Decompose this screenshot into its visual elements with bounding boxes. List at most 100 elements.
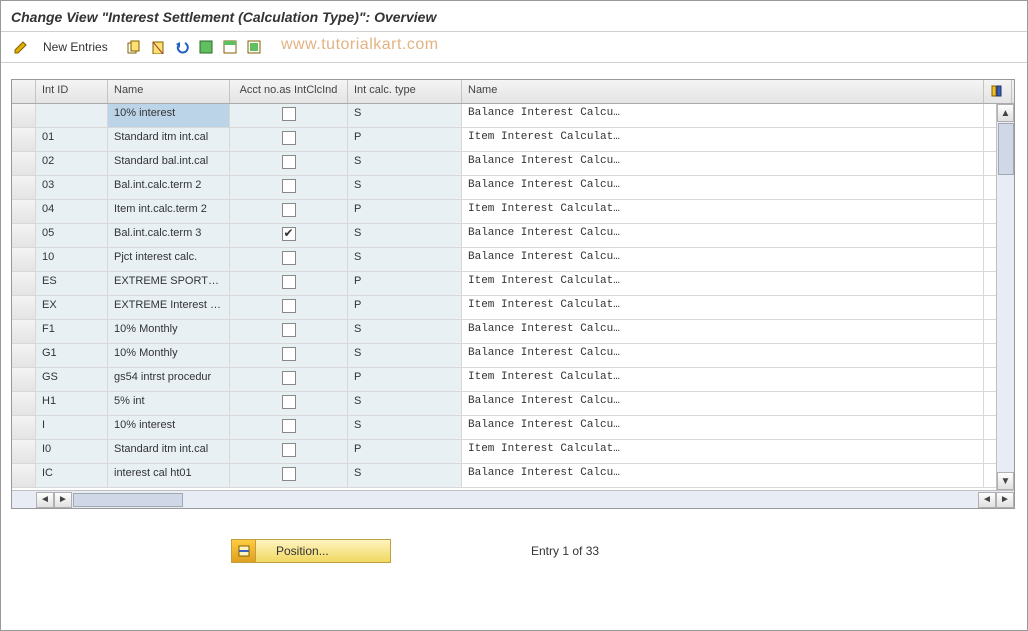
header-selector[interactable] xyxy=(12,80,36,103)
cell-int-id[interactable]: 02 xyxy=(36,152,108,175)
row-selector[interactable] xyxy=(12,176,36,199)
table-row[interactable]: ICinterest cal ht01SBalance Interest Cal… xyxy=(12,464,1014,488)
cell-calc-type[interactable]: P xyxy=(348,368,462,391)
row-selector[interactable] xyxy=(12,392,36,415)
row-selector[interactable] xyxy=(12,152,36,175)
cell-acct-checkbox[interactable] xyxy=(230,224,348,247)
header-int-id[interactable]: Int ID xyxy=(36,80,108,103)
cell-calc-type[interactable]: S xyxy=(348,320,462,343)
table-row[interactable]: I0Standard itm int.calPItem Interest Cal… xyxy=(12,440,1014,464)
horizontal-scrollbar[interactable]: ◄ ► ◄ ► xyxy=(12,490,1014,508)
copy-icon[interactable] xyxy=(124,38,144,56)
cell-calc-type[interactable]: S xyxy=(348,248,462,271)
cell-calc-type[interactable]: S xyxy=(348,416,462,439)
cell-name[interactable]: Bal.int.calc.term 2 xyxy=(108,176,230,199)
new-entries-button[interactable]: New Entries xyxy=(35,38,116,56)
vertical-scrollbar[interactable]: ▲ ▼ xyxy=(996,104,1014,490)
row-selector[interactable] xyxy=(12,200,36,223)
row-selector[interactable] xyxy=(12,368,36,391)
cell-name[interactable]: 10% interest xyxy=(108,104,230,127)
header-acct[interactable]: Acct no.as IntClcInd xyxy=(230,80,348,103)
deselect-all-icon[interactable] xyxy=(244,38,264,56)
scroll-thumb[interactable] xyxy=(998,123,1014,175)
row-selector[interactable] xyxy=(12,344,36,367)
cell-acct-checkbox[interactable] xyxy=(230,176,348,199)
cell-calc-type[interactable]: S xyxy=(348,224,462,247)
cell-name[interactable]: 10% Monthly xyxy=(108,320,230,343)
cell-acct-checkbox[interactable] xyxy=(230,464,348,487)
row-selector[interactable] xyxy=(12,104,36,127)
cell-calc-type[interactable]: P xyxy=(348,440,462,463)
cell-calc-type[interactable]: S xyxy=(348,152,462,175)
table-row[interactable]: 04Item int.calc.term 2PItem Interest Cal… xyxy=(12,200,1014,224)
cell-acct-checkbox[interactable] xyxy=(230,272,348,295)
cell-int-id[interactable]: 03 xyxy=(36,176,108,199)
cell-int-id[interactable]: 05 xyxy=(36,224,108,247)
toggle-display-icon[interactable] xyxy=(11,38,31,56)
cell-int-id[interactable]: F1 xyxy=(36,320,108,343)
cell-int-id[interactable]: 04 xyxy=(36,200,108,223)
cell-int-id[interactable] xyxy=(36,104,108,127)
cell-calc-type[interactable]: S xyxy=(348,176,462,199)
cell-acct-checkbox[interactable] xyxy=(230,200,348,223)
cell-acct-checkbox[interactable] xyxy=(230,152,348,175)
cell-name[interactable]: EXTREME SPORTS INC xyxy=(108,272,230,295)
cell-acct-checkbox[interactable] xyxy=(230,368,348,391)
cell-name[interactable]: interest cal ht01 xyxy=(108,464,230,487)
select-all-icon[interactable] xyxy=(196,38,216,56)
row-selector[interactable] xyxy=(12,272,36,295)
scroll-left-icon[interactable]: ◄ xyxy=(36,492,54,508)
header-name[interactable]: Name xyxy=(108,80,230,103)
cell-acct-checkbox[interactable] xyxy=(230,248,348,271)
position-button[interactable]: Position... xyxy=(231,539,391,563)
row-selector[interactable] xyxy=(12,224,36,247)
cell-acct-checkbox[interactable] xyxy=(230,296,348,319)
cell-int-id[interactable]: 01 xyxy=(36,128,108,151)
row-selector[interactable] xyxy=(12,248,36,271)
cell-int-id[interactable]: GS xyxy=(36,368,108,391)
cell-acct-checkbox[interactable] xyxy=(230,104,348,127)
cell-int-id[interactable]: ES xyxy=(36,272,108,295)
table-row[interactable]: ESEXTREME SPORTS INCPItem Interest Calcu… xyxy=(12,272,1014,296)
cell-calc-type[interactable]: P xyxy=(348,272,462,295)
cell-calc-type[interactable]: S xyxy=(348,392,462,415)
scroll-down-icon[interactable]: ▼ xyxy=(997,472,1014,490)
table-row[interactable]: 05Bal.int.calc.term 3SBalance Interest C… xyxy=(12,224,1014,248)
row-selector[interactable] xyxy=(12,416,36,439)
cell-name[interactable]: gs54 intrst procedur xyxy=(108,368,230,391)
configure-columns-icon[interactable] xyxy=(984,80,1012,103)
cell-name[interactable]: 10% Monthly xyxy=(108,344,230,367)
select-block-icon[interactable] xyxy=(220,38,240,56)
cell-int-id[interactable]: EX xyxy=(36,296,108,319)
table-row[interactable]: 10Pjct interest calc.SBalance Interest C… xyxy=(12,248,1014,272)
cell-int-id[interactable]: IC xyxy=(36,464,108,487)
undo-icon[interactable] xyxy=(172,38,192,56)
row-selector[interactable] xyxy=(12,320,36,343)
cell-calc-type[interactable]: P xyxy=(348,296,462,319)
scroll-right2-icon[interactable]: ► xyxy=(996,492,1014,508)
header-name2[interactable]: Name xyxy=(462,80,984,103)
row-selector[interactable] xyxy=(12,440,36,463)
cell-calc-type[interactable]: P xyxy=(348,128,462,151)
cell-name[interactable]: Standard itm int.cal xyxy=(108,128,230,151)
cell-int-id[interactable]: I0 xyxy=(36,440,108,463)
scroll-right-icon[interactable]: ► xyxy=(54,492,72,508)
cell-int-id[interactable]: I xyxy=(36,416,108,439)
cell-calc-type[interactable]: P xyxy=(348,200,462,223)
cell-int-id[interactable]: 10 xyxy=(36,248,108,271)
cell-name[interactable]: Standard bal.int.cal xyxy=(108,152,230,175)
cell-name[interactable]: Pjct interest calc. xyxy=(108,248,230,271)
hscroll-thumb[interactable] xyxy=(73,493,183,507)
cell-acct-checkbox[interactable] xyxy=(230,440,348,463)
table-row[interactable]: 02Standard bal.int.calSBalance Interest … xyxy=(12,152,1014,176)
cell-name[interactable]: 10% interest xyxy=(108,416,230,439)
table-row[interactable]: G110% MonthlySBalance Interest Calcu… xyxy=(12,344,1014,368)
cell-int-id[interactable]: H1 xyxy=(36,392,108,415)
header-calc-type[interactable]: Int calc. type xyxy=(348,80,462,103)
table-row[interactable]: 01Standard itm int.calPItem Interest Cal… xyxy=(12,128,1014,152)
row-selector[interactable] xyxy=(12,128,36,151)
cell-acct-checkbox[interactable] xyxy=(230,128,348,151)
table-row[interactable]: GSgs54 intrst procedurPItem Interest Cal… xyxy=(12,368,1014,392)
cell-calc-type[interactable]: S xyxy=(348,104,462,127)
table-row[interactable]: H15% intSBalance Interest Calcu… xyxy=(12,392,1014,416)
